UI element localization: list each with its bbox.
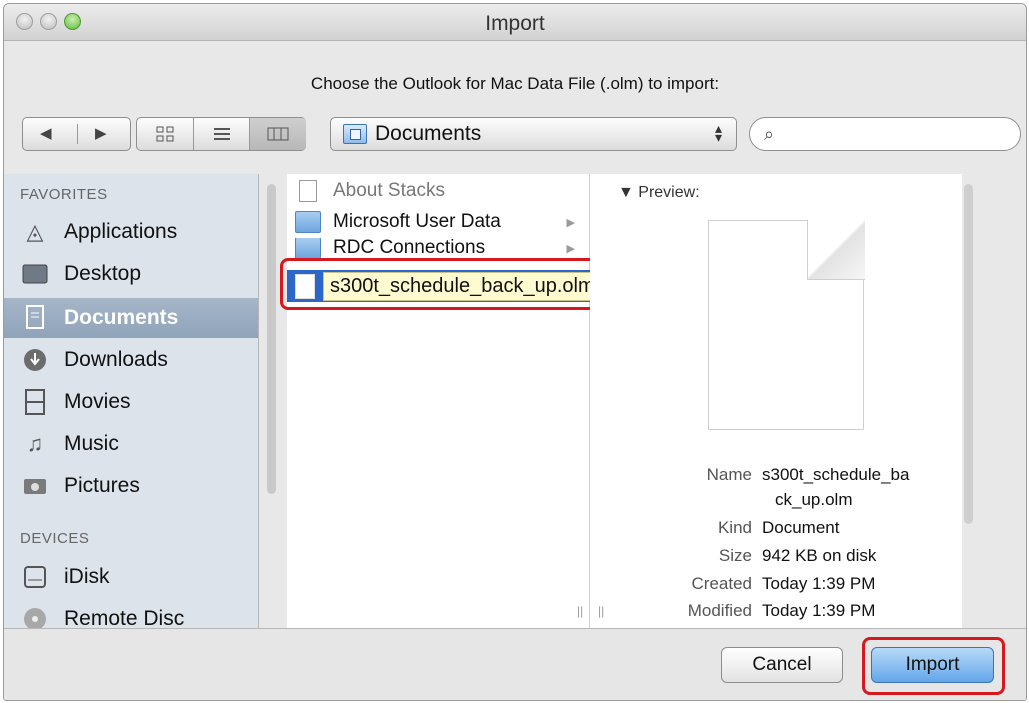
page-fold-icon <box>807 220 865 280</box>
meta-key: Created <box>691 574 752 593</box>
sidebar: FAVORITES ◬ Applications Desktop Documen… <box>4 174 259 628</box>
documents-icon <box>21 304 49 332</box>
meta-value: Document <box>762 518 840 537</box>
sidebar-item-downloads[interactable]: Downloads <box>4 340 258 380</box>
sidebar-item-label: Desktop <box>64 262 142 285</box>
import-dialog: Import Choose the Outlook for Mac Data F… <box>3 3 1027 701</box>
import-prompt: Choose the Outlook for Mac Data File (.o… <box>310 74 720 93</box>
column-resize-handle[interactable]: || <box>598 604 604 618</box>
preview-label: Preview: <box>638 184 700 201</box>
icon-view-icon <box>156 126 174 142</box>
meta-key: Name <box>706 465 752 484</box>
sidebar-item-label: iDisk <box>64 565 110 588</box>
back-button[interactable]: ◀ <box>40 124 52 142</box>
sidebar-item-idisk[interactable]: iDisk <box>4 557 258 597</box>
sidebar-item-label: Pictures <box>64 474 140 497</box>
meta-key: Kind <box>717 518 752 537</box>
preview-header[interactable]: ▼ Preview: <box>618 184 700 202</box>
file-name: RDC Connections <box>333 238 486 258</box>
sidebar-item-label: Remote Disc <box>64 607 185 628</box>
list-view-button[interactable] <box>193 118 250 150</box>
sidebar-item-documents[interactable]: Documents <box>4 298 258 338</box>
folder-item-rdc-connections[interactable]: RDC Connections ▶ <box>287 238 589 258</box>
meta-value: Today 1:39 PM <box>762 601 876 620</box>
music-icon: ♫ <box>26 431 44 456</box>
sidebar-item-movies[interactable]: Movies <box>4 382 258 422</box>
file-name: Microsoft User Data <box>333 211 501 232</box>
nav-divider <box>77 124 78 144</box>
file-name: About Stacks <box>333 180 445 201</box>
remote-disc-icon <box>21 605 49 628</box>
sidebar-item-label: Documents <box>64 306 179 329</box>
forward-button[interactable]: ▶ <box>95 124 107 142</box>
search-field[interactable]: ⌕ <box>749 117 1021 151</box>
import-button-highlight <box>862 637 1005 695</box>
pictures-icon <box>21 472 49 500</box>
location-popup[interactable]: Documents ▴ ▾ <box>330 117 737 151</box>
folder-item-microsoft-user-data[interactable]: Microsoft User Data ▶ <box>287 207 589 237</box>
sidebar-item-music[interactable]: ♫ Music <box>4 424 258 464</box>
back-forward-control: ◀ ▶ <box>22 117 131 151</box>
sidebar-scrollbar[interactable] <box>267 184 276 494</box>
meta-key: Modified <box>687 601 752 620</box>
document-icon <box>299 180 317 202</box>
disclosure-triangle-icon: ▼ <box>618 184 639 201</box>
sidebar-item-desktop[interactable]: Desktop <box>4 254 258 294</box>
disclosure-arrow-icon: ▶ <box>566 216 575 229</box>
meta-value: ck_up.olm <box>775 490 853 509</box>
sidebar-item-pictures[interactable]: Pictures <box>4 466 258 506</box>
sidebar-item-label: Applications <box>64 220 178 243</box>
icon-view-button[interactable] <box>137 118 193 150</box>
location-label: Documents <box>375 122 482 145</box>
sidebar-item-label: Downloads <box>64 348 168 371</box>
updown-arrows-icon: ▴ ▾ <box>714 120 722 145</box>
meta-value: Today 1:39 PM <box>762 574 876 593</box>
sidebar-item-label: Movies <box>64 390 131 413</box>
list-view-icon <box>214 128 230 140</box>
title-bar: Import <box>4 4 1026 41</box>
preview-pane: ▼ Preview: Name s300t_schedule_ba ck_up.… <box>590 174 962 628</box>
applications-icon: ◬ <box>26 219 44 244</box>
disclosure-arrow-icon: ▶ <box>566 242 575 255</box>
meta-value: 942 KB on disk <box>762 546 877 565</box>
favorites-header: FAVORITES <box>20 186 108 203</box>
column-view-icon <box>267 127 289 141</box>
folder-icon <box>295 211 321 233</box>
window-title: Import <box>485 12 545 35</box>
file-item-about-stacks[interactable]: About Stacks <box>287 176 589 206</box>
downloads-icon <box>21 346 49 374</box>
column-view-button[interactable] <box>249 118 306 150</box>
sidebar-item-remote-disc[interactable]: Remote Disc <box>4 599 258 628</box>
file-column: About Stacks Microsoft User Data ▶ RDC C… <box>287 174 590 628</box>
view-mode-control <box>136 117 306 151</box>
meta-value: s300t_schedule_ba <box>762 465 910 484</box>
sidebar-item-label: Music <box>64 432 119 455</box>
preview-scrollbar[interactable] <box>964 184 973 524</box>
sidebar-item-applications[interactable]: ◬ Applications <box>4 212 258 252</box>
cancel-button[interactable]: Cancel <box>721 647 843 683</box>
documents-folder-icon <box>343 124 367 144</box>
folder-icon <box>295 238 321 258</box>
movies-icon <box>21 388 49 416</box>
desktop-icon <box>21 260 49 288</box>
devices-header: DEVICES <box>20 530 90 547</box>
column-resize-handle[interactable]: || <box>577 604 583 618</box>
search-icon: ⌕ <box>764 124 775 144</box>
idisk-icon <box>21 563 49 591</box>
meta-key: Size <box>718 546 752 565</box>
